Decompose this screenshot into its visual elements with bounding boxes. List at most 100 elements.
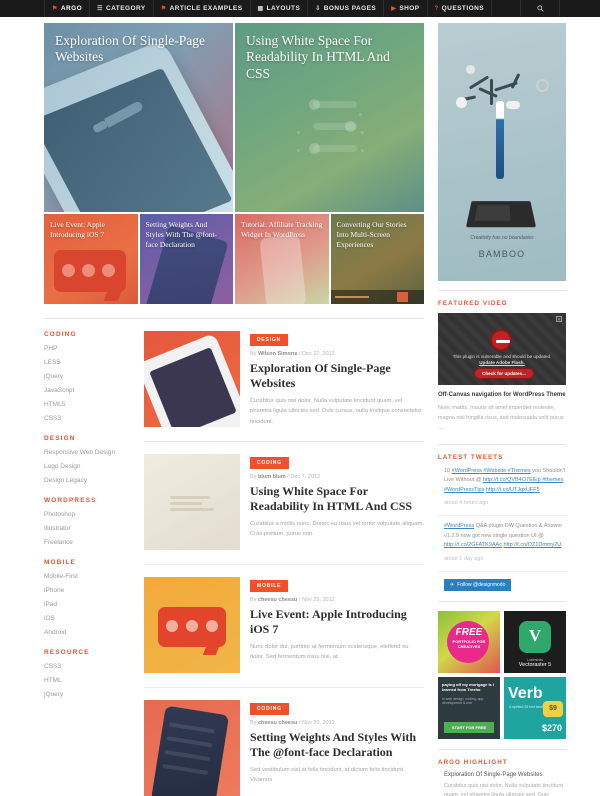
blocked-plugin-icon [490,329,512,351]
category-link[interactable]: Android [44,629,134,636]
highlight-title[interactable]: Exploration Of Single-Page Websites [444,772,566,778]
article-thumbnail[interactable] [144,700,240,796]
tweet-link[interactable]: http://t.co/UTJqxUFF5 [486,487,540,493]
tweet-link[interactable]: #WordPress [444,523,474,529]
hero-card-2[interactable]: Using White Space For Readability In HTM… [235,23,424,212]
advertisement-banner[interactable]: Creativity has no boundaries BAMBOO [438,23,566,281]
article-title[interactable]: Exploration Of Single-Page Websites [250,361,424,390]
article-excerpt: Curabitur quis nisi dolor. Nulla vulputa… [250,398,422,425]
tile-card-3[interactable]: Tutorial: Affiliate Tracking Widget In W… [235,214,329,304]
phone-screen [44,67,233,212]
tile-card-1[interactable]: Live Event: Apple Introducing iOS 7 [44,214,138,304]
hero-title: Using White Space For Readability In HTM… [246,33,390,81]
tweet-link[interactable]: http://t.co/2GFATK9AAc [444,542,502,548]
nav-item-shop[interactable]: ▶ SHOP [383,0,426,17]
article-title[interactable]: Using White Space For Readability In HTM… [250,484,424,513]
decor-dot [297,149,300,152]
article-thumbnail[interactable] [144,577,240,673]
article-title[interactable]: Live Event: Apple Introducing iOS 7 [250,607,424,636]
sponsor-treehouse[interactable]: paying off my mortgage is I learned from… [438,676,500,739]
article-title[interactable]: Setting Weights And Styles With The @fon… [250,730,424,759]
ui-row [166,736,213,748]
sponsor-free-portfolio[interactable]: FREE PORTFOLIO FOR CREATIVES [438,610,500,673]
tile-card-4[interactable]: Converting Our Stories Into Multi-Screen… [330,214,424,304]
category-link[interactable]: Responsive Web Design [44,449,134,456]
category-link[interactable]: Illustrator [44,525,134,532]
flag-icon: ⚑ [52,5,58,12]
start-for-free-button[interactable]: START FOR FREE [444,721,494,733]
nav-label: LAYOUTS [266,5,301,12]
category-link[interactable]: PHP [44,345,134,352]
tile-title: Tutorial: Affiliate Tracking Widget In W… [241,220,323,239]
category-link[interactable]: LESS [44,359,134,366]
hero-card-1[interactable]: Exploration Of Single-Page Websites [44,23,233,212]
category-sidebar: CODING PHP LESS jQuery JavaScript HTML5 … [44,331,144,796]
article-body: DESIGN By Wilson Simons / Dec 27, 2012 E… [250,331,424,427]
category-link[interactable]: CSS3 [44,415,134,422]
nav-item-article-examples[interactable]: ⚑ ARTICLE EXAMPLES [152,0,250,17]
video-title[interactable]: Off-Canvas navigation for WordPress Them… [438,392,566,398]
tile-card-2[interactable]: Setting Weights And Styles With The @fon… [139,214,233,304]
article-thumbnail[interactable] [144,454,240,550]
plugin-message: This plugin is vulnerable and should be … [452,354,552,359]
category-link[interactable]: Design Legacy [44,477,134,484]
follow-button[interactable]: ✈ Follow @designmodo [444,578,512,591]
category-badge[interactable]: MOBILE [250,580,289,592]
main-section: CODING PHP LESS jQuery JavaScript HTML5 … [44,331,424,796]
close-icon[interactable]: ✕ [556,316,562,322]
category-badge[interactable]: CODING [250,703,289,715]
ball-icon [466,65,475,74]
nav-item-category[interactable]: ☰ CATEGORY [89,0,153,17]
category-link[interactable]: Freelance [44,539,134,546]
video-controls-bar [330,290,424,304]
article-author[interactable]: Wilson Simons [258,351,297,357]
tile-title: Setting Weights And Styles With The @fon… [145,220,218,249]
update-flash-link[interactable]: Update Adobe Flash. [442,360,562,365]
bubble-dot [82,264,95,277]
top-navigation-bar: ⚑ ARGO ☰ CATEGORY ⚑ ARTICLE EXAMPLES ▦ L… [0,0,600,17]
nav-label: BONUS PAGES [323,5,377,12]
article-author[interactable]: cheesu cheesu [258,597,297,603]
category-link[interactable]: HTML [44,677,134,684]
sidebar-divider [438,748,566,750]
bubble-dot [206,620,218,632]
category-link[interactable]: iPhone [44,587,134,594]
article-meta: By cheesu cheesu / Nov 29, 2012 [250,597,335,603]
article-excerpt: Curabitur a mollis nunc. Donec eu risus … [250,521,424,538]
category-badge[interactable]: DESIGN [250,334,288,346]
category-link[interactable]: jQuery [44,373,134,380]
video-player[interactable]: ✕ This plugin is vulnerable and should b… [438,313,566,385]
nav-item-questions[interactable]: ? QUESTIONS [426,0,491,17]
search-button[interactable] [520,0,560,17]
tweet-link[interactable]: #WordPress #Website #Themes [452,468,531,474]
category-link[interactable]: iPad [44,601,134,608]
sponsor-vectoraster[interactable]: Lostminds Vectoraster 5 [504,610,566,673]
article-author[interactable]: cheesu cheesu [258,720,297,726]
category-badge[interactable]: CODING [250,457,289,469]
follow-label: Follow @designmodo [457,581,506,588]
category-link[interactable]: Logo Design [44,463,134,470]
category-link[interactable]: iOS [44,615,134,622]
check-for-updates-button[interactable]: Check for updates... [474,368,534,379]
nav-item-layouts[interactable]: ▦ LAYOUTS [249,0,308,17]
category-link[interactable]: Photoshop [44,511,134,518]
sponsor-verb-font[interactable]: Verb A spirited 38 font family $9 $270 [504,676,566,739]
article-author[interactable]: blum blum [258,474,286,480]
tweet-link[interactable]: http://t.co/OZ1Dmmy2U [504,542,562,548]
category-link[interactable]: CSS3 [44,663,134,670]
category-link[interactable]: HTML5 [44,401,134,408]
category-link[interactable]: JavaScript [44,387,134,394]
category-link[interactable]: jQuery [44,691,134,698]
nav-label: QUESTIONS [441,5,485,12]
ad-brand: BAMBOO [478,249,526,259]
nav-item-bonus-pages[interactable]: ⇩ BONUS PAGES [307,0,383,17]
brand-logo[interactable]: ⚑ ARGO [44,0,89,17]
category-link[interactable]: Mobile-First [44,573,134,580]
article-row: CODING By cheesu cheesu / Nov 20, 2012 S… [144,700,424,796]
phone-illustration [259,234,307,304]
article-thumbnail[interactable] [144,331,240,427]
category-group-mobile: MOBILE Mobile-First iPhone iPad iOS Andr… [44,559,134,636]
hero-row: Exploration Of Single-Page Websites Usin… [44,23,424,212]
latest-tweets-widget: LATEST TWEETS 10 #WordPress #Website #Th… [438,454,566,591]
category-group-wordpress: WORDPRESS Photoshop Illustrator Freelanc… [44,497,134,546]
